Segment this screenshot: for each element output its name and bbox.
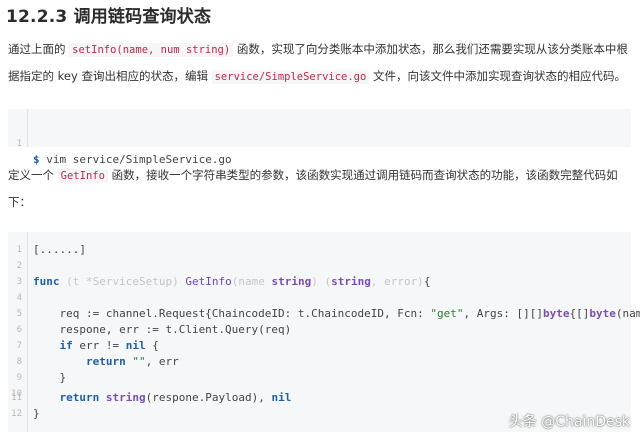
code-line: 4 (8, 290, 631, 306)
code-line: 11 return string(respone.Payload), nil (8, 390, 631, 406)
code-line: 2 (8, 258, 631, 274)
keyword: if (59, 339, 73, 352)
code-text: {[] (569, 307, 590, 320)
line-number: 12 (11, 409, 22, 419)
intro-paragraph: 通过上面的 setInfo(name, num string) 函数，实现了向分… (8, 36, 632, 90)
type-keyword: string (99, 391, 146, 404)
type-keyword: byte (542, 307, 570, 320)
line-number: 7 (16, 341, 22, 351)
line-number: 11 (11, 393, 22, 403)
returns-rest: , error) (370, 275, 424, 288)
getinfo-code-block: 1 [......] 2 3 func (t *ServiceSetup) GetI… (8, 232, 640, 432)
keyword: return (85, 355, 126, 368)
code-line: 9 } (8, 370, 631, 386)
code-text: } (33, 407, 40, 420)
code-text: [......] (33, 243, 86, 256)
code-line: 7 if err != nil { (8, 338, 631, 354)
code-line: 1 $ vim service/SimpleService.go (8, 120, 631, 166)
desc-text-1: 定义一个 (8, 168, 58, 182)
code-text: , Args: [][] (463, 307, 543, 320)
code-text: respone, err := t.Client.Query(req) (33, 323, 292, 336)
line-number: 9 (16, 373, 22, 383)
open-brace: { (423, 275, 431, 288)
command-code-block: 1 $ vim service/SimpleService.go (8, 109, 631, 166)
line-number: 3 (16, 277, 22, 287)
code-text: req := channel.Request{ChaincodeID: t.Ch… (33, 307, 431, 320)
return-type: string (331, 275, 371, 288)
string-literal: "get" (430, 307, 464, 320)
inline-code-getinfo: GetInfo (57, 169, 108, 183)
params-close: ) (311, 275, 325, 288)
code-text: , err (145, 355, 179, 368)
code-line: 8 return "", err (8, 354, 631, 370)
line-number: 6 (16, 325, 22, 335)
param-type: string (271, 275, 312, 288)
line-number: 8 (16, 357, 22, 367)
code-text: (respone.Payload), (145, 391, 272, 404)
code-line: 5 req := channel.Request{ChaincodeID: t.… (8, 306, 640, 322)
section-heading: 12.2.3 调用链码查询状态 (6, 7, 212, 27)
inline-code-filepath: service/SimpleService.go (211, 70, 370, 84)
code-line: 6 respone, err := t.Client.Query(req) (8, 322, 631, 338)
code-text: err != (72, 339, 126, 352)
description-paragraph: 定义一个 GetInfo 函数，接收一个字符串类型的参数，该函数实现通过调用链码… (8, 162, 632, 215)
line-number: 2 (16, 261, 22, 271)
intro-text-1: 通过上面的 (8, 42, 70, 56)
code-text: { (145, 339, 159, 352)
keyword: nil (125, 339, 146, 352)
code-line: 1 [......] (8, 242, 631, 258)
function-name: GetInfo (185, 275, 232, 288)
receiver: (t *ServiceSetup) (59, 275, 186, 288)
code-text: (name)}} (615, 307, 640, 320)
code-line: 3 func (t *ServiceSetup) GetInfo(name str… (8, 274, 631, 290)
string-literal: "" (125, 355, 146, 368)
keyword: func (33, 275, 60, 288)
line-number: 5 (16, 309, 22, 319)
watermark: 头条 @ChainDesk (508, 414, 630, 430)
params-open: (name (231, 275, 272, 288)
keyword: nil (271, 391, 292, 404)
inline-code-setinfo: setInfo(name, num string) (69, 43, 234, 57)
keyword: return (59, 391, 100, 404)
type-keyword: byte (589, 307, 616, 320)
line-number: 4 (16, 293, 22, 303)
line-number: 1 (16, 245, 22, 255)
line-number: 1 (16, 139, 22, 149)
intro-text-3: 文件，向该文件中添加实现查询状态的相应代码。 (369, 69, 626, 83)
code-text: } (33, 371, 67, 384)
